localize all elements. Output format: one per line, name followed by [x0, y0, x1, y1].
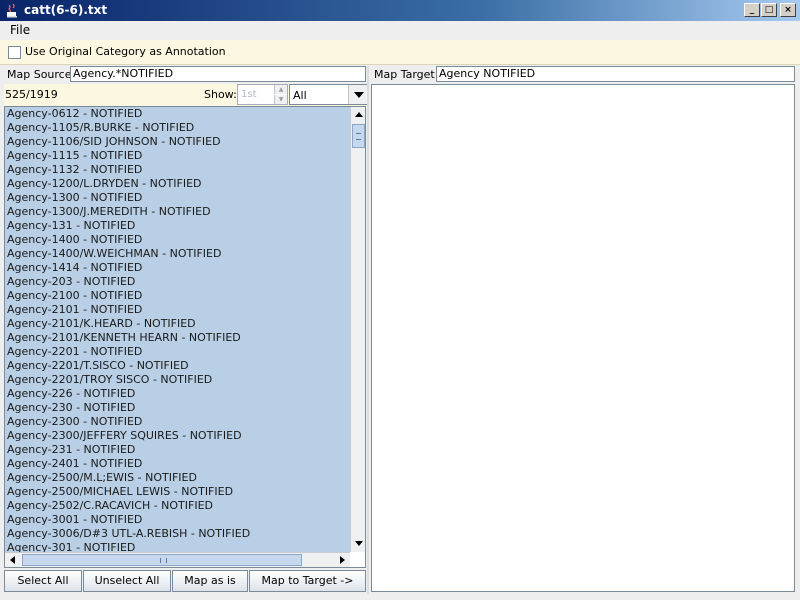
list-item[interactable]: Agency-2201 - NOTIFIED: [5, 345, 350, 359]
list-item[interactable]: Agency-1115 - NOTIFIED: [5, 149, 350, 163]
list-item[interactable]: Agency-1400 - NOTIFIED: [5, 233, 350, 247]
list-item[interactable]: Agency-226 - NOTIFIED: [5, 387, 350, 401]
map-target-label: Map Target:: [374, 68, 439, 81]
close-button[interactable]: ×: [780, 3, 796, 17]
window-title: catt(6-6).txt: [24, 3, 108, 17]
list-item[interactable]: Agency-2201/TROY SISCO - NOTIFIED: [5, 373, 350, 387]
list-item[interactable]: Agency-2101 - NOTIFIED: [5, 303, 350, 317]
scroll-right-icon[interactable]: [334, 553, 350, 567]
vertical-scroll-thumb[interactable]: [352, 124, 365, 148]
list-item[interactable]: Agency-2502/C.RACAVICH - NOTIFIED: [5, 499, 350, 513]
list-item[interactable]: Agency-1300 - NOTIFIED: [5, 191, 350, 205]
scroll-left-icon[interactable]: [5, 553, 21, 567]
spinner-down-icon[interactable]: ▼: [274, 95, 287, 104]
select-all-button[interactable]: Select All: [4, 570, 82, 592]
scroll-up-icon[interactable]: [351, 107, 365, 123]
list-item[interactable]: Agency-1400/W.WEICHMAN - NOTIFIED: [5, 247, 350, 261]
list-item[interactable]: Agency-2500/MICHAEL LEWIS - NOTIFIED: [5, 485, 350, 499]
menu-file[interactable]: File: [10, 23, 30, 37]
list-item[interactable]: Agency-1105/R.BURKE - NOTIFIED: [5, 121, 350, 135]
map-to-target-button[interactable]: Map to Target ->: [249, 570, 366, 592]
list-item[interactable]: Agency-2101/KENNETH HEARN - NOTIFIED: [5, 331, 350, 345]
show-select-value: All: [293, 89, 307, 102]
spinner-up-icon[interactable]: ▲: [274, 85, 287, 94]
source-list[interactable]: Agency-0612 - NOTIFIED Agency-1105/R.BURK…: [5, 107, 350, 552]
spinner-value: 1st: [241, 89, 257, 100]
java-cup-icon: [7, 3, 17, 18]
list-item[interactable]: Agency-3001 - NOTIFIED: [5, 513, 350, 527]
list-item[interactable]: Agency-2300/JEFFERY SQUIRES - NOTIFIED: [5, 429, 350, 443]
map-target-field[interactable]: Agency NOTIFIED: [436, 66, 795, 82]
list-item[interactable]: Agency-2401 - NOTIFIED: [5, 457, 350, 471]
list-item[interactable]: Agency-3006/D#3 UTL-A.REBISH - NOTIFIED: [5, 527, 350, 541]
title-bar: catt(6-6).txt _ □ ×: [0, 0, 800, 21]
list-controls: 525/1919 Show: 1st ▲ ▼ All: [4, 84, 369, 106]
list-item[interactable]: Agency-1414 - NOTIFIED: [5, 261, 350, 275]
split-divider[interactable]: [367, 66, 369, 594]
vertical-scrollbar[interactable]: [350, 107, 365, 552]
list-item[interactable]: Agency-1300/J.MEREDITH - NOTIFIED: [5, 205, 350, 219]
list-item[interactable]: Agency-1132 - NOTIFIED: [5, 163, 350, 177]
maximize-button[interactable]: □: [761, 3, 777, 17]
show-select[interactable]: All: [289, 84, 369, 105]
list-item[interactable]: Agency-2500/M.L;EWIS - NOTIFIED: [5, 471, 350, 485]
list-item[interactable]: Agency-301 - NOTIFIED: [5, 541, 350, 552]
use-original-category-label: Use Original Category as Annotation: [25, 45, 226, 58]
options-bar: Use Original Category as Annotation: [0, 40, 800, 65]
list-item[interactable]: Agency-231 - NOTIFIED: [5, 443, 350, 457]
list-item[interactable]: Agency-230 - NOTIFIED: [5, 401, 350, 415]
menu-bar: File: [0, 21, 800, 40]
list-item[interactable]: Agency-1200/L.DRYDEN - NOTIFIED: [5, 177, 350, 191]
list-item[interactable]: Agency-203 - NOTIFIED: [5, 275, 350, 289]
horizontal-scrollbar[interactable]: [5, 552, 350, 567]
map-source-label: Map Source:: [7, 68, 76, 81]
show-label: Show:: [204, 88, 237, 101]
action-buttons: Select All Unselect All Map as is Map to…: [4, 570, 366, 592]
map-as-is-button[interactable]: Map as is: [172, 570, 248, 592]
list-item[interactable]: Agency-2101/K.HEARD - NOTIFIED: [5, 317, 350, 331]
list-item[interactable]: Agency-1106/SID JOHNSON - NOTIFIED: [5, 135, 350, 149]
list-item[interactable]: Agency-0612 - NOTIFIED: [5, 107, 350, 121]
unselect-all-button[interactable]: Unselect All: [83, 570, 171, 592]
match-count: 525/1919: [5, 88, 58, 101]
use-original-category-checkbox[interactable]: [8, 46, 21, 59]
chevron-down-icon[interactable]: [348, 85, 368, 104]
list-item[interactable]: Agency-2100 - NOTIFIED: [5, 289, 350, 303]
list-item[interactable]: Agency-2201/T.SISCO - NOTIFIED: [5, 359, 350, 373]
minimize-button[interactable]: _: [744, 3, 760, 17]
list-item[interactable]: Agency-2300 - NOTIFIED: [5, 415, 350, 429]
scroll-down-icon[interactable]: [351, 536, 365, 552]
source-list-panel: Agency-0612 - NOTIFIED Agency-1105/R.BURK…: [4, 106, 366, 568]
map-source-field[interactable]: Agency.*NOTIFIED: [70, 66, 366, 82]
target-panel[interactable]: [371, 84, 795, 592]
horizontal-scroll-thumb[interactable]: [22, 554, 302, 566]
list-item[interactable]: Agency-131 - NOTIFIED: [5, 219, 350, 233]
show-spinner[interactable]: 1st ▲ ▼: [237, 84, 288, 105]
